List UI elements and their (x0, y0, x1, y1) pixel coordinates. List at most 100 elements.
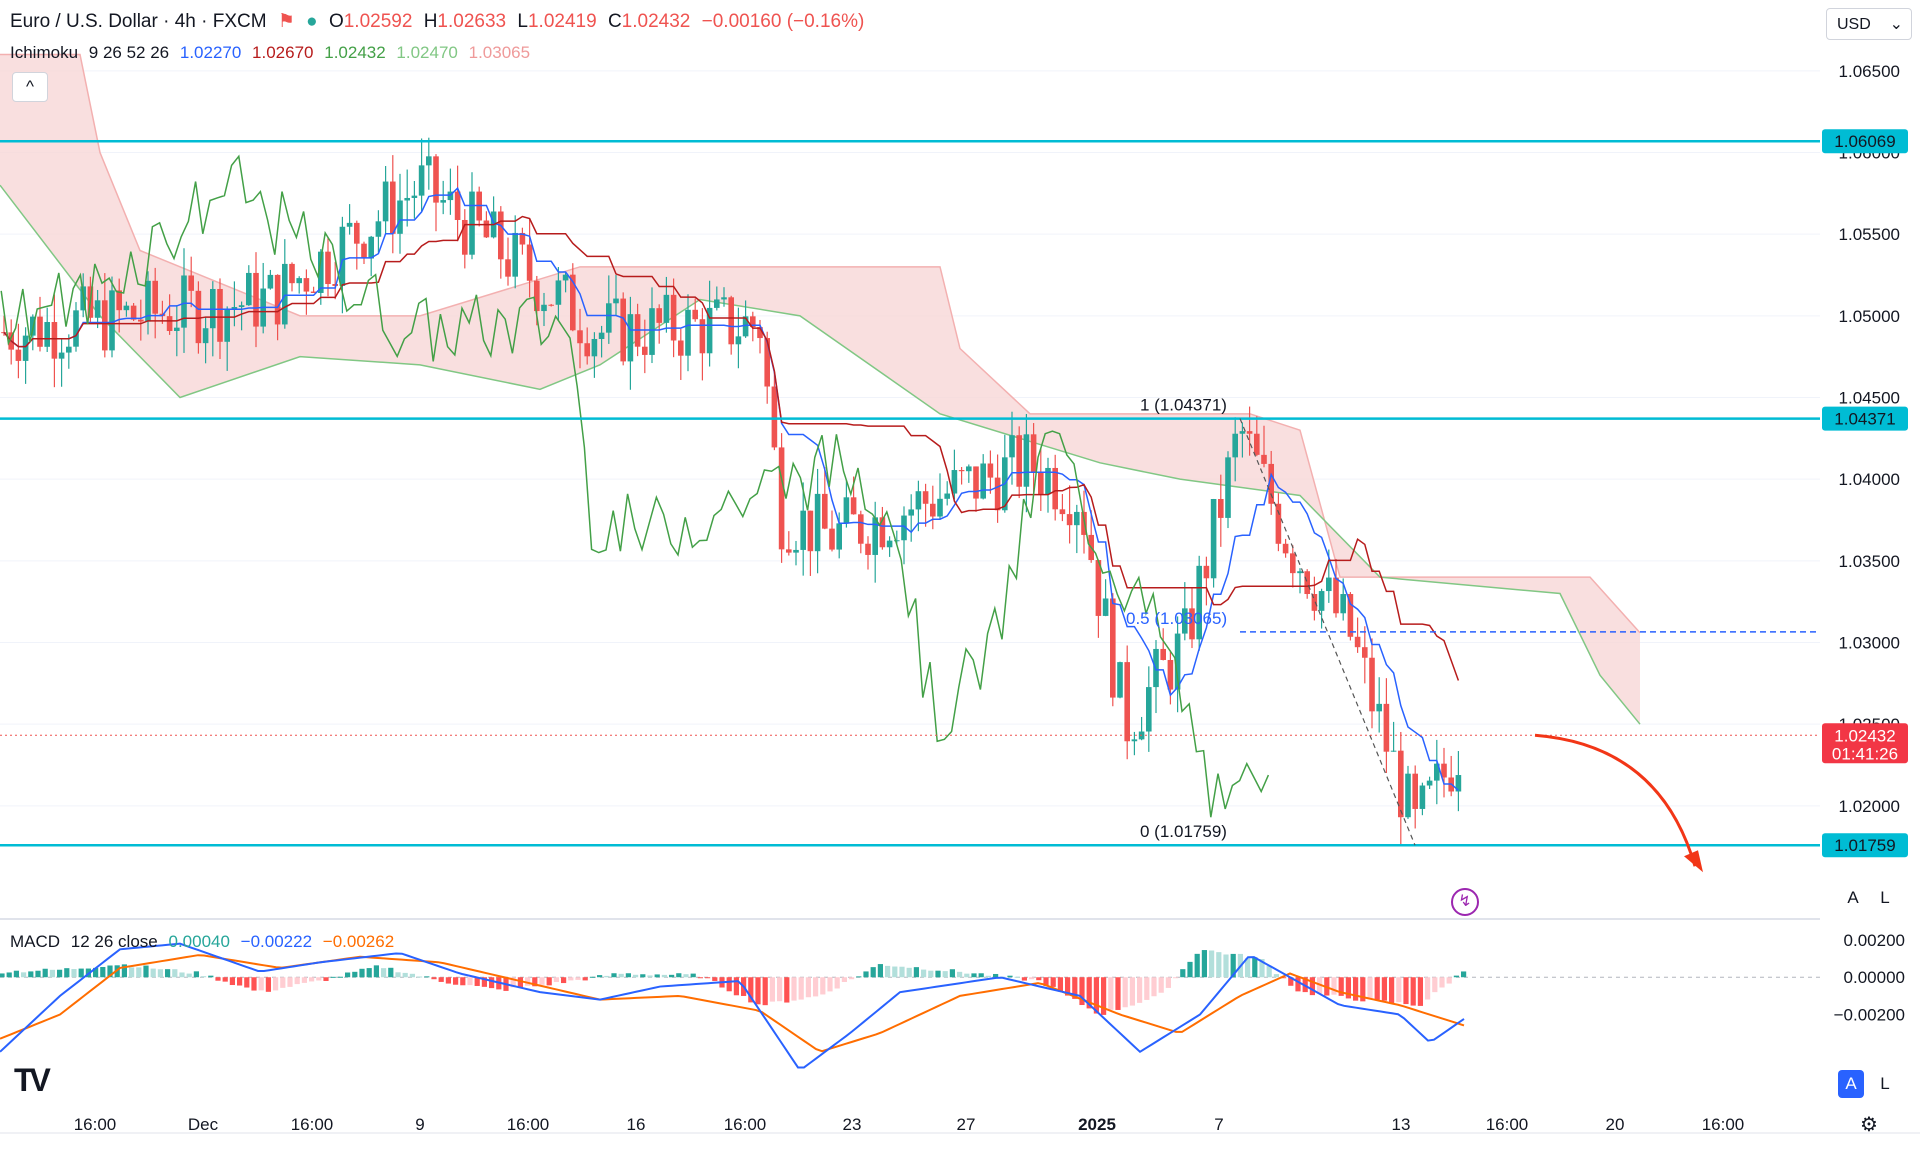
macd-hist-bar (294, 977, 300, 985)
macd-auto-scale-button[interactable]: A (1838, 1070, 1864, 1098)
time-tick-label: 16:00 (1486, 1115, 1529, 1134)
collapse-legend-button[interactable]: ^ (12, 72, 48, 102)
candle-body (37, 316, 43, 347)
macd-hist-bar (287, 977, 293, 987)
candle-body (541, 304, 547, 312)
candle-body (1009, 435, 1015, 458)
candle-body (987, 463, 994, 478)
macd-hist-bar (762, 977, 768, 1006)
macd-hist-bar (1180, 969, 1186, 978)
macd-hist-bar (1201, 950, 1207, 978)
candle-body (296, 278, 302, 284)
candle-body (1232, 433, 1238, 458)
macd-tick-label: 0.00200 (1844, 931, 1905, 950)
macd-hist-bar (993, 973, 999, 978)
macd-hist-bar (467, 977, 473, 986)
candle-body (1246, 431, 1253, 434)
macd-hist-bar (1389, 977, 1395, 1003)
macd-hist-bar (971, 973, 977, 978)
candle-body (858, 514, 864, 544)
candle-body (1326, 577, 1332, 592)
candle-body (1275, 503, 1282, 544)
macd-hist-bar (791, 977, 797, 1001)
macd-hist-bar (949, 969, 955, 978)
macd-hist-bar (265, 977, 271, 992)
time-tick-label: 27 (957, 1115, 976, 1134)
candle-body (872, 517, 878, 555)
macd-hist-bar (417, 976, 423, 978)
candle-body (728, 297, 734, 345)
macd-hist-bar (1115, 977, 1121, 1010)
candle-body (591, 338, 598, 357)
macd-hist-bar (1439, 977, 1445, 988)
macd-hist-bar (733, 977, 739, 996)
macd-hist-bar (445, 977, 451, 984)
candle-body (246, 272, 252, 306)
candle-body (22, 335, 29, 361)
macd-log-scale-button[interactable]: L (1870, 1070, 1900, 1098)
candle-body (274, 274, 281, 325)
macd-hist-bar (373, 965, 379, 978)
macd-hist-bar (798, 977, 804, 1000)
candle-body (778, 447, 785, 550)
fib-label-05: 0.5 (1.03065) (1126, 609, 1227, 628)
symbol-title[interactable]: Euro / U.S. Dollar · 4h · FXCM (10, 11, 267, 32)
candle-body (1117, 662, 1123, 698)
price-tick-label: 1.02000 (1839, 797, 1900, 816)
lagging-value: 1.02432 (324, 43, 386, 62)
candle-body (1390, 750, 1397, 752)
candle-body (397, 200, 403, 234)
lightning-alert-icon[interactable]: ↯ (1451, 888, 1479, 916)
currency-label: USD (1837, 16, 1871, 33)
macd-hist-bar (604, 975, 610, 978)
macd-hist-bar (1461, 971, 1467, 978)
candle-body (526, 244, 533, 281)
candle-body (217, 288, 223, 342)
candle-body (1369, 657, 1375, 712)
macd-hist-bar (431, 977, 437, 980)
price-tick-label: 1.03000 (1839, 634, 1900, 653)
settings-gear-icon[interactable]: ⚙ (1860, 1112, 1878, 1137)
macd-params: 12 26 close (70, 932, 158, 951)
macd-hist-bar (6, 972, 12, 978)
macd-hist-bar (280, 977, 286, 988)
time-tick-label: 2025 (1078, 1115, 1116, 1134)
macd-hist-bar (337, 976, 343, 978)
macd-legend[interactable]: MACD 12 26 close 0.00040 −0.00222 −0.002… (10, 932, 400, 952)
macd-hist-bar (1417, 977, 1423, 1006)
candle-body (685, 309, 691, 356)
macd-hist-bar (892, 966, 898, 978)
macd-hist-bar (359, 968, 365, 978)
candle-body (418, 165, 425, 196)
candle-body (786, 549, 792, 553)
candle-body (915, 491, 922, 510)
ichimoku-legend[interactable]: Ichimoku 9 26 52 26 1.02270 1.02670 1.02… (10, 43, 536, 63)
macd-hist-bar (849, 977, 855, 980)
low-label: L (517, 11, 528, 32)
candle-body (361, 243, 367, 259)
candle-body (1254, 433, 1260, 455)
log-scale-button[interactable]: L (1870, 884, 1900, 912)
candle-body (714, 299, 720, 308)
candle-body (339, 226, 346, 286)
auto-scale-button[interactable]: A (1838, 884, 1868, 912)
tradingview-logo-icon[interactable]: TV (14, 1062, 51, 1099)
macd-hist-bar (921, 969, 927, 978)
candle-body (973, 466, 979, 499)
macd-hist-bar (1151, 977, 1157, 997)
macd-hist-bar (201, 976, 207, 978)
candle-body (289, 263, 295, 284)
macd-hist-bar (1410, 977, 1416, 1006)
macd-hist-bar (1029, 977, 1035, 980)
candle-body (1131, 739, 1138, 742)
chevron-down-icon: ⌄ (1889, 16, 1903, 33)
open-label: O (328, 11, 344, 32)
price-chart[interactable]: 1 (1.04371) 0.5 (1.03065) 0 (1.01759) 1.065… (0, 0, 1920, 1149)
candle-body (354, 222, 360, 244)
currency-selector[interactable]: USD ⌄ (1826, 8, 1912, 40)
macd-hist-bar (330, 976, 336, 978)
time-tick-label: 16:00 (291, 1115, 334, 1134)
time-tick-label: 16:00 (74, 1115, 117, 1134)
macd-hist-bar (1223, 954, 1229, 978)
candle-body (58, 352, 65, 359)
